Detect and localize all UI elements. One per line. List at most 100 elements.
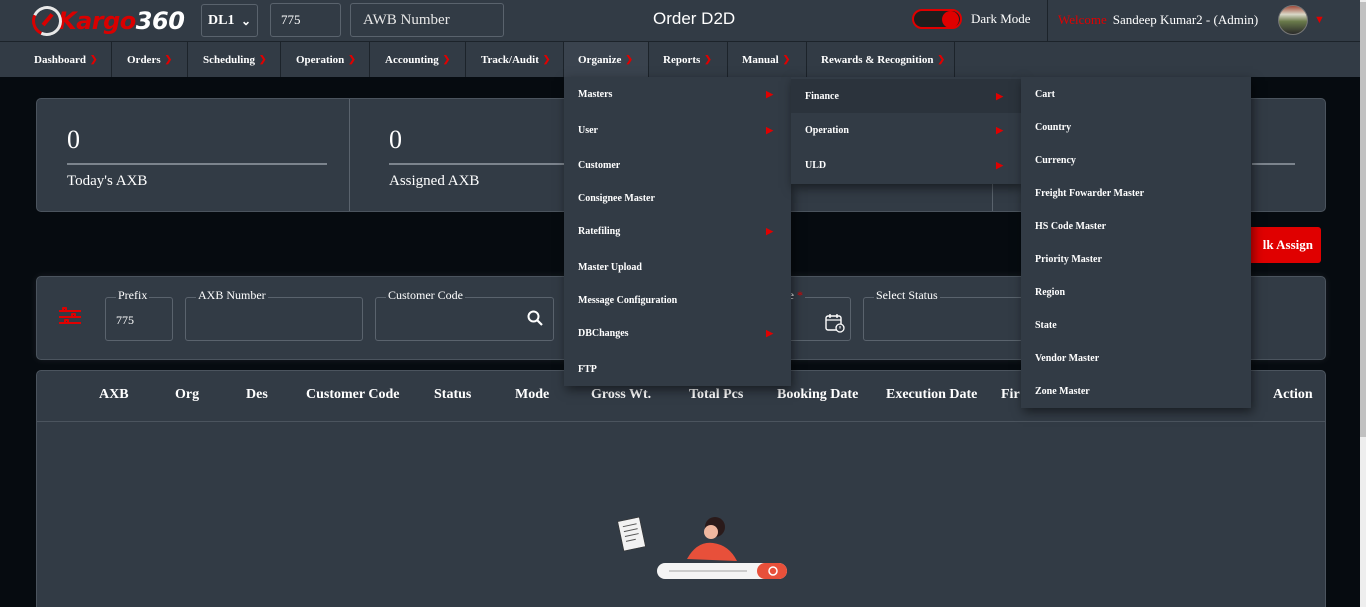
logo-text-b: 360 — [135, 7, 185, 35]
chevron-right-icon: ▶ — [766, 88, 773, 99]
prefix-input[interactable]: 775 — [270, 3, 341, 37]
welcome-label: Welcome — [1058, 12, 1107, 27]
top-header: Kargo360 DL1 ⌄ 775 AWB Number Order D2D … — [0, 0, 1366, 42]
menu-label: Finance — [805, 90, 839, 102]
main-nav: Dashboard ❯ Orders ❯ Scheduling ❯ Operation… — [0, 42, 1360, 77]
menu-label: Consignee Master — [578, 192, 655, 204]
menu-item-hs-code-master[interactable]: HS Code Master — [1021, 211, 1251, 241]
station-select[interactable]: DL1 ⌄ — [201, 4, 258, 37]
menu-item-dbchanges[interactable]: DBChanges ▶ — [564, 318, 791, 348]
chevron-down-icon: ❯ — [442, 54, 451, 64]
filter-sliders-icon[interactable] — [59, 307, 81, 326]
menu-label: Master Upload — [578, 261, 642, 273]
nav-orders[interactable]: Orders ❯ — [112, 42, 188, 77]
chevron-right-icon: ▶ — [996, 159, 1003, 170]
nav-dashboard[interactable]: Dashboard ❯ — [0, 42, 112, 77]
menu-label: Priority Master — [1035, 253, 1102, 265]
nav-label: Organize — [578, 53, 622, 66]
menu-item-customer[interactable]: Customer — [564, 150, 791, 180]
masters-submenu: Finance ▶ Operation ▶ ULD ▶ — [791, 77, 1021, 184]
nav-label: Reports — [663, 53, 701, 66]
chevron-down-icon: ❯ — [625, 54, 633, 64]
chevron-right-icon: ▶ — [766, 327, 773, 338]
nav-rewards[interactable]: Rewards & Recognition ❯ — [807, 42, 955, 77]
field-label: AXB Number — [196, 288, 268, 303]
finance-submenu: Cart Country Currency Freight Fowarder M… — [1021, 77, 1251, 408]
column-header: Gross Wt. — [591, 387, 652, 402]
awb-number-input[interactable]: AWB Number — [350, 3, 504, 37]
menu-item-master-upload[interactable]: Master Upload — [564, 252, 791, 282]
menu-item-currency[interactable]: Currency — [1021, 145, 1251, 175]
menu-item-message-configuration[interactable]: Message Configuration — [564, 285, 791, 315]
menu-item-zone-master[interactable]: Zone Master — [1021, 376, 1251, 406]
page-scrollbar[interactable] — [1360, 0, 1366, 607]
nav-accounting[interactable]: Accounting ❯ — [370, 42, 466, 77]
stat-todays-axb[interactable]: 0 Today's AXB — [37, 99, 349, 211]
menu-label: Region — [1035, 286, 1065, 298]
nav-label: Manual — [742, 53, 779, 66]
empty-state-illustration — [617, 516, 787, 579]
menu-item-state[interactable]: State — [1021, 310, 1251, 340]
menu-item-priority-master[interactable]: Priority Master — [1021, 244, 1251, 274]
nav-label: Rewards & Recognition — [821, 53, 934, 66]
stat-value: 0 — [67, 125, 80, 154]
organize-dropdown-menu: Masters ▶ User ▶ Customer Consignee Master… — [564, 77, 791, 386]
menu-label: FTP — [578, 363, 597, 375]
station-value: DL1 — [208, 12, 235, 28]
menu-item-vendor-master[interactable]: Vendor Master — [1021, 343, 1251, 373]
page-title: Order D2D — [653, 9, 736, 28]
column-header: Des — [246, 387, 268, 402]
avatar[interactable] — [1278, 5, 1308, 35]
calendar-icon[interactable] — [825, 313, 845, 333]
scrollbar-thumb[interactable] — [1360, 2, 1366, 437]
menu-item-finance[interactable]: Finance ▶ — [791, 79, 1021, 113]
menu-item-masters[interactable]: Masters ▶ — [564, 79, 791, 109]
stat-assigned-axb[interactable]: 0 Assigned AXB — [350, 99, 600, 211]
menu-label: HS Code Master — [1035, 220, 1107, 232]
column-header: Status — [434, 387, 472, 402]
nav-manual[interactable]: Manual ❯ — [728, 42, 807, 77]
stat-label: Assigned AXB — [389, 173, 480, 189]
menu-item-region[interactable]: Region — [1021, 277, 1251, 307]
column-header: Org — [175, 387, 200, 402]
menu-item-ratefiling[interactable]: Ratefiling ▶ — [564, 216, 791, 246]
menu-label: Cart — [1035, 88, 1055, 100]
nav-organize[interactable]: Organize ❯ — [564, 42, 649, 77]
menu-item-user[interactable]: User ▶ — [564, 115, 791, 145]
menu-label: DBChanges — [578, 327, 629, 339]
prefix-field[interactable]: Prefix 775 — [105, 288, 173, 341]
menu-item-uld[interactable]: ULD ▶ — [791, 150, 1021, 180]
chevron-right-icon: ▶ — [996, 90, 1003, 101]
user-menu-chevron-icon[interactable]: ▼ — [1314, 14, 1325, 26]
menu-item-ftp[interactable]: FTP — [564, 354, 791, 384]
toggle-knob — [942, 11, 959, 28]
menu-item-freight-forwarder-master[interactable]: Freight Fowarder Master — [1021, 178, 1251, 208]
menu-item-operation[interactable]: Operation ▶ — [791, 115, 1021, 145]
nav-label: Accounting — [385, 53, 439, 66]
chevron-down-icon: ❯ — [348, 54, 356, 64]
kargo360-logo[interactable]: Kargo360 — [27, 1, 185, 41]
nav-operation[interactable]: Operation ❯ — [281, 42, 370, 77]
dark-mode-toggle[interactable] — [912, 9, 962, 29]
stat-label: Today's AXB — [67, 173, 148, 189]
menu-item-consignee-master[interactable]: Consignee Master — [564, 183, 791, 213]
menu-item-cart[interactable]: Cart — [1021, 79, 1251, 109]
required-mark: * — [797, 288, 803, 302]
status-select[interactable]: Select Status — [863, 288, 1023, 341]
column-header: Action — [1273, 387, 1313, 402]
stat-value: 0 — [389, 125, 402, 154]
menu-label: Country — [1035, 121, 1072, 133]
menu-item-country[interactable]: Country — [1021, 112, 1251, 142]
menu-label: Operation — [805, 124, 849, 136]
nav-label: Track/Audit — [481, 53, 539, 66]
stat-underline — [1252, 163, 1295, 165]
search-icon[interactable] — [527, 310, 543, 326]
customer-code-field[interactable]: Customer Code — [375, 288, 554, 341]
dark-mode-label: Dark Mode — [971, 11, 1031, 26]
nav-reports[interactable]: Reports ❯ — [649, 42, 728, 77]
menu-label: Freight Fowarder Master — [1035, 187, 1145, 199]
nav-scheduling[interactable]: Scheduling ❯ — [188, 42, 281, 77]
axb-number-field[interactable]: AXB Number — [185, 288, 363, 341]
chevron-down-icon: ⌄ — [240, 14, 251, 28]
nav-track-audit[interactable]: Track/Audit ❯ — [466, 42, 564, 77]
